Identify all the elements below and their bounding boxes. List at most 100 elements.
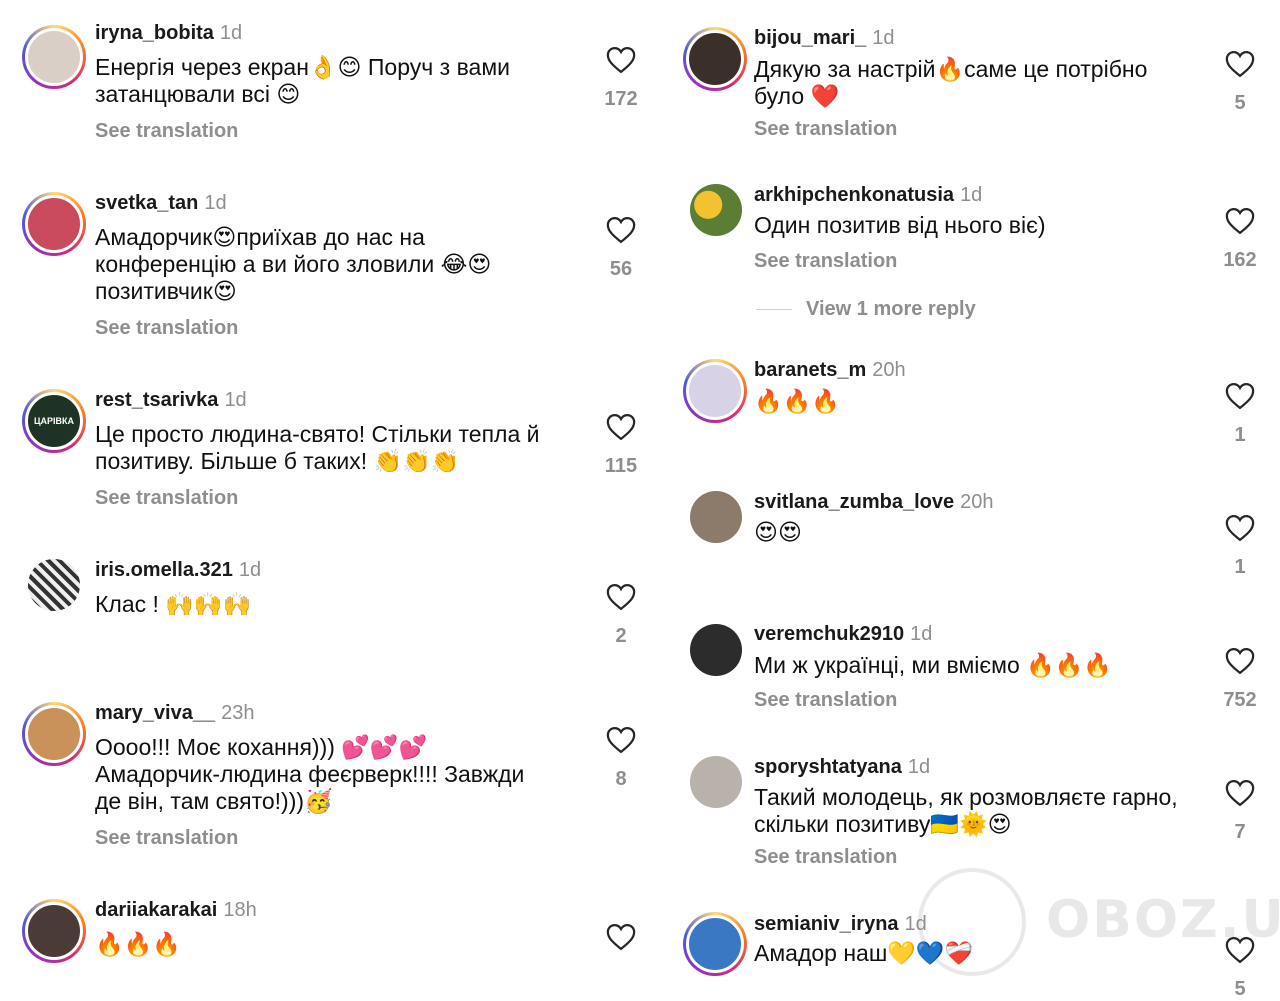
see-translation-link[interactable]: See translation [95, 317, 238, 340]
like-count: 172 [604, 88, 638, 110]
comment-text: Амадор наш💛💙❤️‍🩹 [754, 940, 974, 966]
heart-icon[interactable] [606, 726, 636, 754]
avatar [690, 756, 742, 808]
username[interactable]: baranets_m [754, 359, 866, 381]
like-count: 5 [1234, 978, 1246, 1000]
story-ring[interactable] [22, 192, 86, 256]
comment-text: Це просто людина-свято! Стільки тепла йп… [95, 421, 540, 474]
heart-icon[interactable] [1225, 647, 1255, 675]
like-count: 752 [1223, 689, 1257, 711]
comment-text: Такий молодець, як розмовляєте гарно, скі… [754, 784, 1178, 837]
like-count: 7 [1234, 821, 1246, 843]
username[interactable]: mary_viva__ [95, 702, 215, 724]
like-count: 1 [1234, 424, 1246, 446]
heart-icon[interactable] [1225, 514, 1255, 542]
see-translation-link[interactable]: See translation [95, 487, 238, 510]
timestamp: 1d [224, 389, 247, 411]
comment-text: Енергія через екран👌😊 Поруч з вами затанц… [95, 54, 510, 107]
username[interactable]: dariiakarakai [95, 899, 217, 921]
see-translation-link[interactable]: See translation [754, 250, 897, 273]
comment-text: Дякую за настрій🔥саме це потрібно було ❤️ [754, 56, 1148, 109]
avatar [686, 30, 744, 88]
username[interactable]: iris.omella.321 [95, 559, 233, 581]
avatar [25, 902, 83, 960]
like-count: 162 [1223, 249, 1257, 271]
timestamp: 18h [223, 899, 257, 921]
avatar-frame[interactable] [690, 756, 742, 808]
username[interactable]: svitlana_zumba_love [754, 491, 954, 513]
avatar [686, 915, 744, 973]
username[interactable]: veremchuk2910 [754, 623, 904, 645]
comment-text: 🔥🔥🔥 [754, 388, 840, 414]
avatar-frame[interactable] [690, 184, 742, 236]
username[interactable]: rest_tsarivka [95, 389, 218, 411]
username[interactable]: sporyshtatyana [754, 756, 902, 778]
story-ring[interactable] [683, 359, 747, 423]
comment-text: Амадорчик😍приїхав до нас на конференцію а… [95, 224, 492, 304]
like-count: 8 [615, 768, 627, 790]
username[interactable]: bijou_mari_ [754, 27, 866, 49]
heart-icon[interactable] [606, 413, 636, 441]
see-translation-link[interactable]: See translation [95, 827, 238, 850]
avatar [25, 705, 83, 763]
heart-icon[interactable] [606, 46, 636, 74]
username[interactable]: iryna_bobita [95, 22, 214, 44]
story-ring[interactable] [22, 899, 86, 963]
heart-icon[interactable] [606, 923, 636, 951]
see-translation-link[interactable]: See translation [754, 118, 897, 141]
comment-text: 🔥🔥🔥 [95, 931, 181, 957]
like-count: 5 [1234, 92, 1246, 114]
comment-text: Оооо!!! Моє кохання))) 💕💕💕 Амадорчик-люди… [95, 734, 525, 814]
username[interactable]: arkhipchenkonatusia [754, 184, 954, 206]
timestamp: 1d [872, 27, 895, 49]
avatar [690, 491, 742, 543]
comment-text: 😍😍 [754, 519, 802, 545]
timestamp: 1d [960, 184, 983, 206]
story-ring[interactable] [22, 25, 86, 89]
see-translation-link[interactable]: See translation [95, 120, 238, 143]
username[interactable]: semianiv_iryna [754, 913, 899, 935]
timestamp: 1d [910, 623, 933, 645]
like-count: 1 [1234, 556, 1246, 578]
avatar-frame[interactable] [690, 624, 742, 676]
avatar [25, 195, 83, 253]
heart-icon[interactable] [1225, 936, 1255, 964]
avatar: ЦАРІВКА [25, 392, 83, 450]
heart-icon[interactable] [1225, 50, 1255, 78]
username[interactable]: svetka_tan [95, 192, 198, 214]
like-count: 56 [609, 258, 633, 280]
story-ring[interactable] [22, 702, 86, 766]
comment-text: Ми ж українці, ми вміємо 🔥🔥🔥 [754, 652, 1113, 678]
avatar [28, 559, 80, 611]
avatar-frame[interactable] [28, 559, 80, 611]
avatar [690, 624, 742, 676]
timestamp: 20h [960, 491, 994, 513]
view-more-replies-link[interactable]: View 1 more reply [756, 298, 976, 321]
like-count: 2 [615, 625, 627, 647]
avatar [25, 28, 83, 86]
see-translation-link[interactable]: See translation [754, 846, 897, 869]
timestamp: 1d [238, 559, 262, 581]
heart-icon[interactable] [606, 583, 636, 611]
timestamp: 1d [907, 756, 931, 778]
comment-text: Один позитив від нього віє) [754, 212, 1046, 238]
heart-icon[interactable] [1225, 207, 1255, 235]
story-ring[interactable] [683, 27, 747, 91]
story-ring[interactable]: ЦАРІВКА [22, 389, 86, 453]
heart-icon[interactable] [1225, 779, 1255, 807]
comment-text: Клас ! 🙌🙌🙌 [95, 591, 252, 617]
like-count: 115 [604, 455, 638, 477]
avatar-frame[interactable] [690, 491, 742, 543]
heart-icon[interactable] [1225, 382, 1255, 410]
timestamp: 1d [204, 192, 227, 214]
timestamp: 20h [872, 359, 906, 381]
reply-divider [756, 309, 792, 311]
avatar [690, 184, 742, 236]
avatar [686, 362, 744, 420]
timestamp: 23h [221, 702, 255, 724]
see-translation-link[interactable]: See translation [754, 689, 897, 712]
timestamp: 1d [219, 22, 243, 44]
heart-icon[interactable] [606, 216, 636, 244]
story-ring[interactable] [683, 912, 747, 976]
timestamp: 1d [904, 913, 927, 935]
